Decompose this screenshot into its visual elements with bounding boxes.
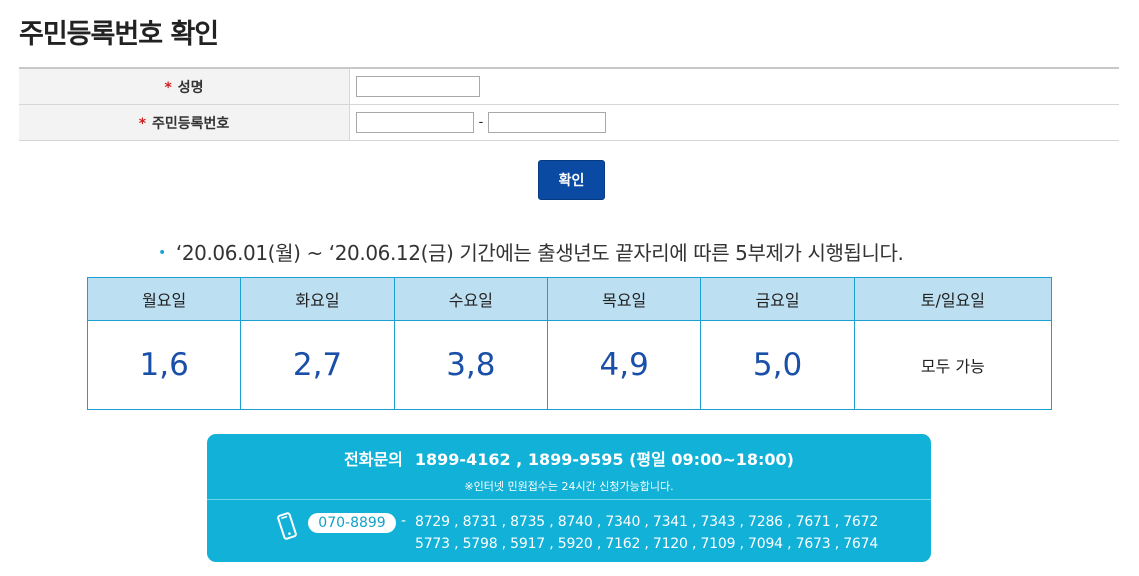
internet-note: ※인터넷 민원접수는 24시간 신청가능합니다. [464,480,674,493]
name-input[interactable] [356,76,480,97]
mobile-phone-icon [275,511,299,545]
ssn-label: 주민등록번호 [152,115,230,132]
ssn-first-input[interactable] [356,112,474,133]
phone-inquiry-line: 전화문의 1899-4162 , 1899-9595 (평일 09:00~18:0… [207,434,931,470]
page-title: 주민등록번호 확인 [19,19,219,50]
phone-inquiry-label: 전화문의 [344,450,403,469]
name-label-cell: * 성명 [19,68,350,105]
day-header: 수요일 [393,277,549,321]
ssn-row: * 주민등록번호 - [19,104,1119,141]
ssn-form: * 성명 * 주민등록번호 - [19,67,1119,141]
ssn-second-input[interactable] [488,112,606,133]
schedule-digits-row: 1,6 2,7 3,8 4,9 5,0 모두 가능 [86,320,1053,410]
confirm-button[interactable]: 확인 [538,160,605,200]
extension-list-2: 5773 , 5798 , 5917 , 5920 , 7162 , 7120 … [415,536,879,552]
ssn-separator: - [478,115,484,130]
phone-numbers: 1899-4162 , 1899-9595 (평일 09:00~18:00) [414,450,794,469]
number-dash: - [401,513,407,529]
contact-extensions: 070-8899 - 8729 , 8731 , 8735 , 8740 , 7… [207,500,931,562]
name-value-cell [349,68,1119,105]
notice-bullet: • [158,245,166,261]
day-header: 월요일 [86,277,242,321]
name-row: * 성명 [19,68,1119,105]
weekday-schedule-table: 월요일 화요일 수요일 목요일 금요일 토/일요일 1,6 2,7 3,8 4,… [86,277,1053,410]
birth-year-digits: 2,7 [240,320,395,410]
contact-info-box: 전화문의 1899-4162 , 1899-9595 (평일 09:00~18:0… [207,434,931,562]
extension-list-1: 8729 , 8731 , 8735 , 8740 , 7340 , 7341 … [415,514,879,530]
weekend-all-available: 모두 가능 [853,320,1053,410]
ssn-value-cell: - [349,104,1119,141]
birth-year-digits: 3,8 [393,320,549,410]
day-header: 금요일 [700,277,855,321]
required-mark: * [138,115,147,132]
day-header: 토/일요일 [853,277,1053,321]
name-label: 성명 [177,79,204,96]
main-number-badge: 070-8899 [308,513,396,533]
birth-year-digits: 4,9 [547,320,702,410]
contact-main: 전화문의 1899-4162 , 1899-9595 (평일 09:00~18:0… [207,434,931,500]
birth-year-digits: 5,0 [700,320,855,410]
rotation-notice: • ‘20.06.01(월) ~ ‘20.06.12(금) 기간에는 출생년도 끝… [158,237,904,266]
ssn-label-cell: * 주민등록번호 [19,104,350,141]
notice-text: ‘20.06.01(월) ~ ‘20.06.12(금) 기간에는 출생년도 끝자… [175,241,904,265]
birth-year-digits: 1,6 [86,320,242,410]
day-header: 화요일 [240,277,395,321]
required-mark: * [164,79,172,96]
schedule-header-row: 월요일 화요일 수요일 목요일 금요일 토/일요일 [86,277,1053,321]
day-header: 목요일 [547,277,702,321]
